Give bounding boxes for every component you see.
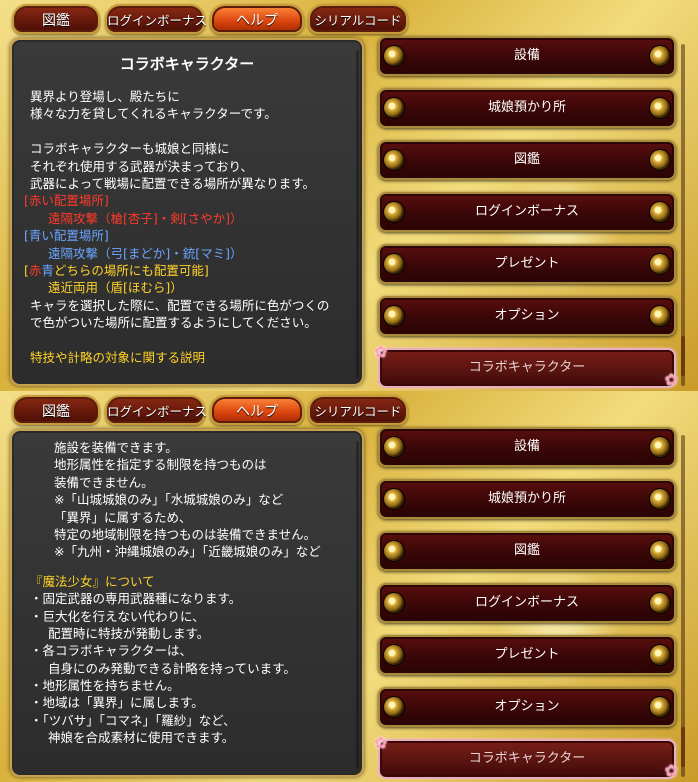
ornament-icon	[650, 202, 670, 222]
help-line: ・「ツバサ」「コマネ」「羅紗」など、	[30, 712, 236, 728]
blue-placement-label: [青い配置場所]	[24, 228, 109, 244]
ornament-icon	[384, 98, 404, 118]
blue-placement-weapons: 遠隔攻撃（弓[まどか]・銃[マミ]）	[48, 245, 243, 261]
help-line: ・各コラボキャラクターは、	[30, 643, 193, 659]
sakura-icon: ✿	[374, 733, 388, 752]
help-line: 施設を装備できます。	[54, 440, 178, 455]
help-line: 神娘を合成素材に使用できます。	[48, 730, 235, 746]
sakura-icon: ✿	[664, 761, 678, 780]
help-line: それぞれ使用する武器が決まっており、	[30, 158, 254, 174]
tab-login-bonus[interactable]: ログインボーナス	[105, 395, 207, 425]
ornament-icon	[650, 541, 670, 561]
tab-serial-code[interactable]: シリアルコード	[308, 395, 408, 425]
menu-button-facilities[interactable]: 設備	[378, 36, 676, 76]
panel-scrollbar[interactable]	[356, 441, 359, 769]
ornament-icon	[650, 437, 670, 457]
help-text: 施設を装備できます。 地形属性を指定する制限を持つものは 装備できません。 ※「…	[30, 439, 352, 747]
menu-button-storage[interactable]: 城娘預かり所	[378, 88, 676, 128]
ornament-icon	[650, 254, 670, 274]
ornament-icon	[384, 254, 404, 274]
help-screen-top: 図鑑 ログインボーナス ヘルプ シリアルコード コラボキャラクター 異界より登場…	[0, 0, 698, 391]
sakura-icon: ✿	[664, 370, 678, 389]
both-placement-label: [赤青どちらの場所にも配置可能]	[24, 262, 209, 278]
menu-button-login-bonus[interactable]: ログインボーナス	[378, 583, 676, 623]
menu-button-options[interactable]: オプション	[378, 687, 676, 727]
help-line: で色がついた場所に配置するようにしてください。	[30, 315, 317, 331]
help-line: ・巨大化を行えない代わりに、	[30, 608, 205, 624]
help-line: 異界より登場し、殿たちに	[30, 89, 180, 104]
menu-scrollbar[interactable]	[681, 44, 685, 386]
tab-login-bonus[interactable]: ログインボーナス	[105, 4, 207, 34]
ornament-icon	[650, 697, 670, 717]
ornament-icon	[384, 645, 404, 665]
ornament-icon	[384, 697, 404, 717]
ornament-icon	[650, 593, 670, 613]
menu-button-facilities[interactable]: 設備	[378, 427, 676, 467]
ornament-icon	[650, 645, 670, 665]
ornament-icon	[650, 306, 670, 326]
menu-button-encyclopedia[interactable]: 図鑑	[378, 140, 676, 180]
tab-help[interactable]: ヘルプ	[210, 395, 304, 425]
help-line: 特定の地域制限を持つものは装備できません。	[54, 526, 317, 542]
help-line: 自身にのみ発動できる計略を持っています。	[48, 660, 296, 676]
tab-help[interactable]: ヘルプ	[210, 4, 304, 34]
menu-button-present[interactable]: プレゼント	[378, 635, 676, 675]
help-line: コラボキャラクターも城娘と同様に	[30, 141, 230, 157]
help-line: ・地域は「異界」に属します。	[30, 695, 204, 711]
red-placement-label: [赤い配置場所]	[24, 193, 109, 209]
help-line: 武器によって戦場に配置できる場所が異なります。	[30, 175, 316, 191]
section-heading: 特技や計略の対象に関する説明	[30, 349, 206, 365]
menu-button-encyclopedia[interactable]: 図鑑	[378, 531, 676, 571]
menu-button-options[interactable]: オプション	[378, 296, 676, 336]
help-line: 装備できません。	[54, 474, 154, 490]
help-line: 「異界」に属するため、	[54, 509, 192, 525]
ornament-icon	[384, 150, 404, 170]
help-line: ※「山城城娘のみ」「水城城娘のみ」など	[54, 492, 284, 508]
menu-button-storage[interactable]: 城娘預かり所	[378, 479, 676, 519]
ornament-icon	[384, 489, 404, 509]
ornament-icon	[384, 202, 404, 222]
menu-button-login-bonus[interactable]: ログインボーナス	[378, 192, 676, 232]
ornament-icon	[384, 541, 404, 561]
menu-scrollbar[interactable]	[681, 435, 685, 777]
ornament-icon	[650, 46, 670, 66]
ornament-icon	[384, 437, 404, 457]
both-placement-weapons: 遠近両用（盾[ほむら]）	[48, 280, 183, 296]
ornament-icon	[650, 98, 670, 118]
ornament-icon	[384, 593, 404, 613]
tab-encyclopedia[interactable]: 図鑑	[12, 395, 100, 425]
help-line: ・固定武器の専用武器種になります。	[30, 591, 242, 607]
tab-serial-code[interactable]: シリアルコード	[308, 4, 408, 34]
ornament-icon	[384, 46, 404, 66]
help-line: ※「九州・沖縄城娘のみ」「近畿城娘のみ」など	[54, 544, 321, 560]
red-placement-weapons: 遠隔攻撃（槍[杏子]・剣[さやか]）	[48, 210, 243, 226]
scroll-thumb[interactable]	[681, 727, 685, 767]
tab-encyclopedia[interactable]: 図鑑	[12, 4, 100, 34]
ornament-icon	[650, 489, 670, 509]
ornament-icon	[650, 150, 670, 170]
scroll-thumb[interactable]	[681, 336, 685, 376]
panel-title: コラボキャラクター	[119, 55, 255, 73]
help-line: 様々な力を貸してくれるキャラクターです。	[30, 106, 277, 122]
sakura-icon: ✿	[374, 342, 388, 361]
panel-scrollbar[interactable]	[356, 50, 359, 378]
help-line: 地形属性を指定する制限を持つものは	[54, 457, 267, 473]
help-content-panel: 施設を装備できます。 地形属性を指定する制限を持つものは 装備できません。 ※「…	[10, 429, 364, 777]
help-content-panel: コラボキャラクター 異界より登場し、殿たちに 様々な力を貸してくれるキャラクター…	[10, 38, 364, 386]
help-text: 異界より登場し、殿たちに 様々な力を貸してくれるキャラクターです。 コラボキャラ…	[24, 88, 352, 366]
help-screen-bottom: 図鑑 ログインボーナス ヘルプ シリアルコード 施設を装備できます。 地形属性を…	[0, 391, 698, 782]
ornament-icon	[384, 306, 404, 326]
help-line: 配置時に特技が発動します。	[48, 625, 210, 641]
menu-button-collab-character[interactable]: ✿ コラボキャラクター ✿	[374, 735, 678, 780]
help-line: ・地形属性を持ちません。	[30, 678, 180, 694]
menu-button-collab-character[interactable]: ✿ コラボキャラクター ✿	[374, 344, 678, 389]
help-line: キャラを選択した際に、配置できる場所に色がつくの	[30, 297, 330, 313]
section-heading: 『魔法少女』について	[30, 573, 155, 589]
menu-button-present[interactable]: プレゼント	[378, 244, 676, 284]
